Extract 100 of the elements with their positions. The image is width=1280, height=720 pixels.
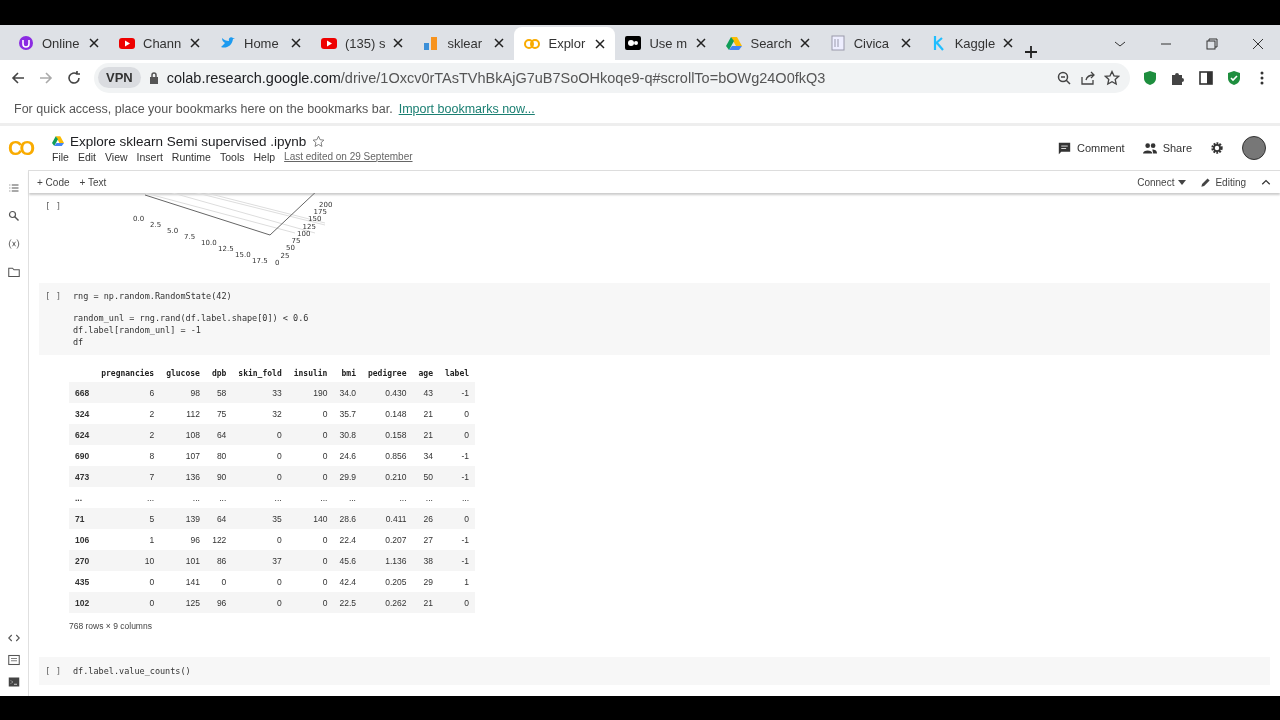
table-cell: 0.411 <box>361 508 413 529</box>
table-cell: 43 <box>412 382 439 403</box>
table-cell: 0 <box>232 592 288 613</box>
editing-button[interactable]: Editing <box>1200 176 1246 188</box>
search-icon[interactable] <box>8 210 20 222</box>
browser-tab[interactable]: Explor <box>514 27 616 60</box>
close-icon[interactable] <box>696 38 707 48</box>
menu-item[interactable]: View <box>105 150 128 163</box>
browser-tab[interactable]: Chann <box>109 28 210 58</box>
zoom-icon[interactable] <box>1056 69 1072 86</box>
table-cell: 0 <box>287 466 334 487</box>
code-cell[interactable]: [ ] rng = np.random.RandomState(42) random_unl = rng.rand(df.label.shape[0]) < 0.6 df.label[random_unl] = -1 df <box>39 283 1270 355</box>
star-icon[interactable] <box>312 134 326 148</box>
shield-icon[interactable] <box>1142 69 1158 86</box>
table-cell: 98 <box>160 382 206 403</box>
code-icon[interactable] <box>8 632 20 644</box>
cell-prompt[interactable]: [ ] <box>39 666 73 676</box>
folder-icon[interactable] <box>8 266 20 278</box>
close-icon[interactable] <box>1003 38 1014 48</box>
browser-tab[interactable]: sklear <box>413 28 515 58</box>
tab-favicon-icon <box>220 35 236 51</box>
close-icon[interactable] <box>291 38 301 48</box>
address-bar[interactable]: VPN colab.research.google.com/drive/1Oxcv0rTAsTVhBkAjG7uB7SoOHkoqe9-q#scrollTo=bOWg24O0fkQ3 <box>94 62 1130 93</box>
share-button[interactable]: Share <box>1142 142 1192 154</box>
menu-item[interactable]: Tools <box>219 150 245 163</box>
reload-icon[interactable] <box>66 69 82 86</box>
browser-tab[interactable]: Home <box>210 28 311 58</box>
cell-prompt[interactable]: [ ] <box>39 193 73 273</box>
drive-icon <box>52 135 64 147</box>
close-icon[interactable] <box>190 38 200 48</box>
share-icon[interactable] <box>1080 69 1096 86</box>
browser-tab[interactable]: Search <box>716 28 820 58</box>
column-header: skin_fold <box>232 365 288 382</box>
snippets-icon[interactable] <box>8 654 20 666</box>
vpn-badge[interactable]: VPN <box>98 67 141 88</box>
table-cell: 0 <box>438 592 476 613</box>
table-cell: 0 <box>232 529 288 550</box>
add-code-button[interactable]: + Code <box>37 176 70 188</box>
table-cell: 122 <box>205 529 233 550</box>
table-cell: ... <box>95 487 161 508</box>
check-shield-icon[interactable] <box>1226 69 1242 86</box>
column-header: insulin <box>287 365 334 382</box>
column-header: pregnancies <box>95 365 161 382</box>
table-cell: 125 <box>160 592 206 613</box>
avatar[interactable] <box>1242 136 1266 160</box>
row-index: 690 <box>69 445 96 466</box>
table-cell: 0.856 <box>361 445 413 466</box>
code-line: df.label[random_unl] = -1 <box>73 325 202 335</box>
table-cell: 21 <box>412 424 439 445</box>
menu-item[interactable]: Edit <box>77 150 96 163</box>
menu-item[interactable]: File <box>52 150 69 163</box>
terminal-icon[interactable] <box>8 676 20 688</box>
bookmarks-hint: For quick access, place your bookmarks here on the bookmarks bar. <box>14 102 393 116</box>
connect-button[interactable]: Connect <box>1137 176 1187 188</box>
cell-prompt[interactable]: [ ] <box>39 291 73 347</box>
notebook-title[interactable]: Explore sklearn Semi supervised .ipynb <box>70 133 307 149</box>
table-cell: 35 <box>232 508 288 529</box>
close-icon[interactable] <box>494 38 505 48</box>
pencil-icon <box>1200 176 1212 188</box>
browser-tab[interactable]: Online <box>8 28 109 58</box>
browser-tab[interactable]: Kaggle <box>920 28 1024 58</box>
close-icon[interactable] <box>595 38 606 49</box>
tab-favicon-icon <box>18 35 34 51</box>
table-cell: 37 <box>232 550 288 571</box>
restore-icon[interactable] <box>1204 35 1220 52</box>
close-icon[interactable] <box>393 38 404 48</box>
import-bookmarks-link[interactable]: Import bookmarks now... <box>398 102 535 116</box>
column-header: label <box>438 365 476 382</box>
close-icon[interactable] <box>89 38 99 48</box>
code-cell[interactable]: [ ] df.label.value_counts() <box>39 657 1270 685</box>
column-header: dpb <box>205 365 233 382</box>
menu-item[interactable]: Help <box>253 150 276 163</box>
sidebar-icon[interactable] <box>1198 69 1214 86</box>
table-cell: 0 <box>287 445 334 466</box>
comment-button[interactable]: Comment <box>1057 141 1125 155</box>
column-header: pedigree <box>361 365 413 382</box>
browser-tab[interactable]: Civica <box>819 28 921 58</box>
browser-tab[interactable]: (135) s <box>311 28 414 58</box>
table-cell: 0 <box>232 571 288 592</box>
last-edited-link[interactable]: Last edited on 29 September <box>284 151 413 162</box>
variables-icon[interactable] <box>8 238 20 250</box>
add-text-button[interactable]: + Text <box>79 176 107 188</box>
table-cell: -1 <box>438 445 476 466</box>
table-cell: 0 <box>438 424 476 445</box>
table-cell: 190 <box>287 382 334 403</box>
settings-icon[interactable] <box>1210 141 1224 155</box>
table-cell: 0.205 <box>361 571 413 592</box>
table-cell: 6 <box>95 382 161 403</box>
close-icon[interactable] <box>799 38 810 48</box>
browser-tab[interactable]: Use m <box>615 28 717 58</box>
back-icon[interactable] <box>10 69 26 86</box>
table-cell: 80 <box>205 445 233 466</box>
close-icon[interactable] <box>900 38 911 48</box>
star-icon[interactable] <box>1104 69 1120 86</box>
menu-item[interactable]: Runtime <box>171 150 211 163</box>
table-cell: ... <box>160 487 206 508</box>
table-cell: ... <box>232 487 288 508</box>
menu-item[interactable]: Insert <box>136 150 163 163</box>
new-tab-icon[interactable] <box>1023 44 1040 60</box>
table-cell: 42.4 <box>333 571 362 592</box>
